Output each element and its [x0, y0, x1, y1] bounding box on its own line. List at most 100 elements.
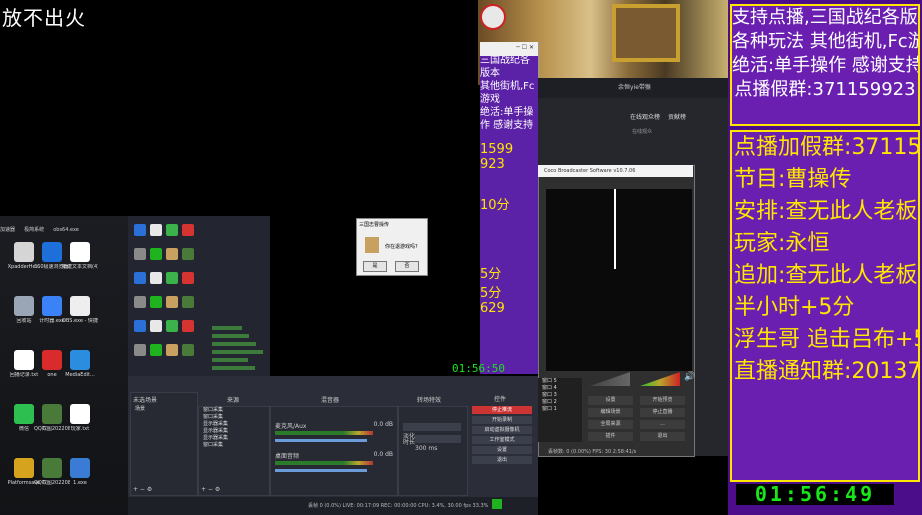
preview-thumbnail-icon	[166, 344, 178, 356]
mixer-meter	[275, 461, 373, 465]
scene-list-item[interactable]: 窗口 5	[538, 378, 582, 385]
general-portrait-icon	[365, 237, 379, 253]
scene-controls[interactable]: + − ⚙	[133, 486, 152, 493]
desktop-icon[interactable]: 新建文本文档(4).txt	[62, 242, 98, 270]
overlay-line: 三国战纪各版本	[480, 55, 530, 79]
scene-item[interactable]: 场景	[131, 406, 197, 413]
window-controls[interactable]: ─ ☐ ✕	[516, 44, 534, 51]
stop-stream-button[interactable]: 停止推流	[472, 406, 532, 414]
virtual-camera-button[interactable]: 启动虚拟摄像机	[472, 426, 532, 434]
source-item[interactable]: 窗口采集	[199, 414, 269, 421]
desktop-icon[interactable]: OBS.exe - 快捷方式	[62, 296, 98, 324]
dialog-ok-button[interactable]: 是	[363, 261, 387, 272]
bcast-stop-stream-button[interactable]: 停止直播	[640, 408, 685, 417]
transition-select[interactable]: 淡化	[403, 423, 461, 440]
broadcaster-scene-list: 窗口 5 窗口 4 窗口 3 窗口 2 窗口 1	[538, 378, 582, 442]
info-line: 安排:查无此人老板 10分	[734, 199, 918, 224]
duration-input[interactable]: 300 ms	[415, 435, 461, 452]
controls-dock-title: 控件	[494, 396, 507, 403]
stream-health-indicator	[492, 499, 502, 509]
bcast-status: 丢帧数: 0 (0.00%) FPS: 30 2:58:41/s	[548, 449, 637, 455]
scene-list-item[interactable]: 窗口 2	[538, 399, 582, 406]
source-controls[interactable]: + − ⚙	[201, 486, 220, 493]
bcast-more-button[interactable]: ...	[640, 420, 685, 429]
scene-list-item[interactable]: 窗口 1	[538, 406, 582, 413]
purple-overlay-window: 三国战纪各版本 其他街机,Fc游戏 绝活:单手操作 感谢支持 1599 923 …	[480, 54, 538, 374]
volume-slider[interactable]	[275, 469, 367, 472]
settings-button[interactable]: 设置	[472, 446, 532, 454]
desktop-icon[interactable]: 1.exe	[62, 458, 98, 486]
scene-list-item[interactable]: 窗口 4	[538, 385, 582, 392]
info-line: 点播加假群:371159923	[734, 135, 918, 160]
desktop-icon-label: 1.exe	[73, 480, 87, 486]
desktop-taskbar-labels: 加速器 极简系统 obs64.exe	[0, 216, 120, 233]
sources-dock: 来源 窗口采集 窗口采集 显示器采集 显示器采集 显示器采集 窗口采集 + − …	[198, 397, 270, 496]
volume-slider[interactable]	[275, 439, 367, 442]
mixer-channel-value: 0.0 dB	[373, 451, 393, 458]
preview-thumbnail-icon	[134, 272, 146, 284]
desktop-icon-image	[14, 404, 34, 424]
bcast-edit-scene-button[interactable]: 编辑场景	[588, 408, 633, 417]
taskbar-label[interactable]: 加速器	[0, 227, 15, 233]
preview-thumbnail-icon	[150, 224, 162, 236]
scene-list-item[interactable]: 窗口 3	[538, 392, 582, 399]
source-item[interactable]: 显示器采集	[199, 435, 269, 442]
transition-dock-title: 转场特效	[417, 397, 442, 404]
desktop-icon[interactable]: MediaEdit...	[62, 350, 98, 378]
mixer-channel-name: 麦克风/Aux	[275, 423, 307, 430]
taskbar-label[interactable]: obs64.exe	[53, 227, 79, 233]
bcast-settings-button[interactable]: 设置	[588, 396, 633, 405]
preview-thumbnail-icon	[150, 320, 162, 332]
bcast-global-source-button[interactable]: 全局来源	[588, 420, 633, 429]
preview-thumbnail-icon	[182, 320, 194, 332]
game-dialog: 三国志曹操传 你在退游戏吗? 是 否	[356, 218, 428, 276]
bcast-exit-button[interactable]: 退出	[640, 432, 685, 441]
desktop-icon-image	[70, 404, 90, 424]
desktop-icon-image	[70, 242, 90, 262]
info-top-line: 点播假群:371159923	[734, 79, 916, 100]
tab-online-audience[interactable]: 在线观众榜	[630, 114, 660, 121]
info-line: 浮生哥 追击吕布+5分	[734, 327, 918, 352]
source-item[interactable]: 窗口采集	[199, 442, 269, 449]
preview-thumbnail-icon	[166, 272, 178, 284]
desktop-icon[interactable]: 玩家.txt	[62, 404, 98, 432]
tab-contribution[interactable]: 贡献榜	[668, 114, 686, 121]
info-top-line: 绝活:单手操作 感谢支持	[732, 55, 918, 76]
info-top-line: 支持点播,三国战纪各版本	[732, 7, 918, 28]
overlay-number: 629	[480, 301, 505, 316]
start-recording-button[interactable]: 开始录制	[472, 416, 532, 424]
dialog-cancel-button[interactable]: 否	[395, 261, 419, 272]
live-subtab[interactable]: 在线观众	[632, 128, 652, 135]
bcast-plugins-button[interactable]: 插件	[588, 432, 633, 441]
desktop-icon-image	[42, 350, 62, 370]
scenes-dock-title: 未选场景	[133, 397, 158, 404]
preview-thumbnail-icon	[182, 296, 194, 308]
preview-thumbnail-icon	[134, 224, 146, 236]
window-titlebar[interactable]: ─ ☐ ✕	[480, 42, 538, 56]
info-program-box: 点播加假群:371159923 节目:曹操传 安排:查无此人老板 10分 玩家:…	[730, 130, 920, 482]
source-item[interactable]: 显示器采集	[199, 421, 269, 428]
broadcaster-titlebar[interactable]: Coco Broadcaster Software v10.7.06	[538, 165, 693, 177]
overlay-number: 923	[480, 157, 505, 172]
live-room-header: 余恒yie带猴	[538, 78, 728, 98]
preview-thumbnail-icon	[134, 248, 146, 260]
bcast-preview-button[interactable]: 开始预览	[640, 396, 685, 405]
mixer-meter	[275, 431, 373, 435]
sources-dock-title: 来源	[227, 397, 240, 404]
desktop-icon-label: 玩家.txt	[70, 426, 90, 432]
source-item[interactable]: 显示器采集	[199, 428, 269, 435]
taskbar-label[interactable]: 极简系统	[24, 227, 44, 233]
info-top-line: 各种玩法 其他街机,Fc游戏	[732, 31, 918, 52]
exit-button[interactable]: 退出	[472, 456, 532, 464]
source-item[interactable]: 窗口采集	[199, 407, 269, 414]
preview-thumbnail-icon	[134, 344, 146, 356]
preview-thumbnail-icon	[150, 344, 162, 356]
preview-meter-bar	[212, 358, 248, 362]
preview-thumbnail-icon	[166, 248, 178, 260]
preview-thumbnail-icon	[166, 224, 178, 236]
speaker-icon[interactable]: 🔊	[684, 372, 695, 382]
overlay-line: 绝活:单手操作 感谢支持	[480, 107, 534, 131]
studio-mode-button[interactable]: 工作室模式	[472, 436, 532, 444]
desktop-icon-image	[14, 296, 34, 316]
desktop-icon-image	[70, 296, 90, 316]
